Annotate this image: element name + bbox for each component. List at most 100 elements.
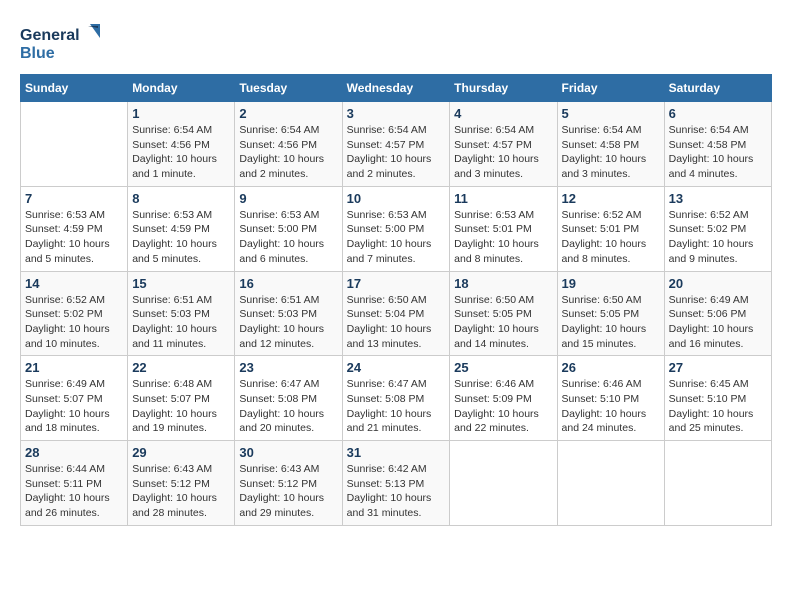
day-info: Sunrise: 6:42 AM Sunset: 5:13 PM Dayligh… xyxy=(347,462,446,521)
day-number: 28 xyxy=(25,445,123,460)
day-info: Sunrise: 6:47 AM Sunset: 5:08 PM Dayligh… xyxy=(239,377,337,436)
day-info: Sunrise: 6:54 AM Sunset: 4:58 PM Dayligh… xyxy=(669,123,767,182)
day-info: Sunrise: 6:51 AM Sunset: 5:03 PM Dayligh… xyxy=(239,293,337,352)
day-info: Sunrise: 6:53 AM Sunset: 4:59 PM Dayligh… xyxy=(132,208,230,267)
calendar-cell: 26 Sunrise: 6:46 AM Sunset: 5:10 PM Dayl… xyxy=(557,356,664,441)
calendar-cell: 19 Sunrise: 6:50 AM Sunset: 5:05 PM Dayl… xyxy=(557,271,664,356)
calendar-body: 1 Sunrise: 6:54 AM Sunset: 4:56 PM Dayli… xyxy=(21,102,772,526)
svg-text:General: General xyxy=(20,27,80,44)
logo: General Blue xyxy=(20,20,100,64)
weekday-header: Monday xyxy=(128,75,235,102)
day-number: 5 xyxy=(562,106,660,121)
calendar-header-row: SundayMondayTuesdayWednesdayThursdayFrid… xyxy=(21,75,772,102)
day-number: 21 xyxy=(25,360,123,375)
day-info: Sunrise: 6:53 AM Sunset: 5:01 PM Dayligh… xyxy=(454,208,552,267)
day-number: 10 xyxy=(347,191,446,206)
calendar-cell: 5 Sunrise: 6:54 AM Sunset: 4:58 PM Dayli… xyxy=(557,102,664,187)
day-info: Sunrise: 6:49 AM Sunset: 5:06 PM Dayligh… xyxy=(669,293,767,352)
day-info: Sunrise: 6:52 AM Sunset: 5:01 PM Dayligh… xyxy=(562,208,660,267)
calendar-table: SundayMondayTuesdayWednesdayThursdayFrid… xyxy=(20,74,772,526)
calendar-cell: 12 Sunrise: 6:52 AM Sunset: 5:01 PM Dayl… xyxy=(557,186,664,271)
calendar-week-row: 14 Sunrise: 6:52 AM Sunset: 5:02 PM Dayl… xyxy=(21,271,772,356)
calendar-cell: 3 Sunrise: 6:54 AM Sunset: 4:57 PM Dayli… xyxy=(342,102,450,187)
day-number: 6 xyxy=(669,106,767,121)
calendar-cell: 7 Sunrise: 6:53 AM Sunset: 4:59 PM Dayli… xyxy=(21,186,128,271)
day-info: Sunrise: 6:45 AM Sunset: 5:10 PM Dayligh… xyxy=(669,377,767,436)
day-info: Sunrise: 6:48 AM Sunset: 5:07 PM Dayligh… xyxy=(132,377,230,436)
day-number: 7 xyxy=(25,191,123,206)
calendar-cell xyxy=(557,441,664,526)
calendar-cell: 9 Sunrise: 6:53 AM Sunset: 5:00 PM Dayli… xyxy=(235,186,342,271)
day-info: Sunrise: 6:43 AM Sunset: 5:12 PM Dayligh… xyxy=(132,462,230,521)
day-number: 27 xyxy=(669,360,767,375)
day-info: Sunrise: 6:51 AM Sunset: 5:03 PM Dayligh… xyxy=(132,293,230,352)
calendar-cell: 21 Sunrise: 6:49 AM Sunset: 5:07 PM Dayl… xyxy=(21,356,128,441)
calendar-cell: 14 Sunrise: 6:52 AM Sunset: 5:02 PM Dayl… xyxy=(21,271,128,356)
calendar-cell: 18 Sunrise: 6:50 AM Sunset: 5:05 PM Dayl… xyxy=(450,271,557,356)
calendar-cell: 16 Sunrise: 6:51 AM Sunset: 5:03 PM Dayl… xyxy=(235,271,342,356)
day-number: 16 xyxy=(239,276,337,291)
weekday-header: Wednesday xyxy=(342,75,450,102)
calendar-week-row: 28 Sunrise: 6:44 AM Sunset: 5:11 PM Dayl… xyxy=(21,441,772,526)
calendar-cell: 1 Sunrise: 6:54 AM Sunset: 4:56 PM Dayli… xyxy=(128,102,235,187)
calendar-cell: 27 Sunrise: 6:45 AM Sunset: 5:10 PM Dayl… xyxy=(664,356,771,441)
day-info: Sunrise: 6:53 AM Sunset: 5:00 PM Dayligh… xyxy=(239,208,337,267)
calendar-cell: 30 Sunrise: 6:43 AM Sunset: 5:12 PM Dayl… xyxy=(235,441,342,526)
day-number: 9 xyxy=(239,191,337,206)
calendar-week-row: 1 Sunrise: 6:54 AM Sunset: 4:56 PM Dayli… xyxy=(21,102,772,187)
day-info: Sunrise: 6:46 AM Sunset: 5:09 PM Dayligh… xyxy=(454,377,552,436)
day-info: Sunrise: 6:44 AM Sunset: 5:11 PM Dayligh… xyxy=(25,462,123,521)
day-info: Sunrise: 6:43 AM Sunset: 5:12 PM Dayligh… xyxy=(239,462,337,521)
day-info: Sunrise: 6:46 AM Sunset: 5:10 PM Dayligh… xyxy=(562,377,660,436)
day-info: Sunrise: 6:54 AM Sunset: 4:57 PM Dayligh… xyxy=(347,123,446,182)
weekday-header: Friday xyxy=(557,75,664,102)
weekday-header: Thursday xyxy=(450,75,557,102)
weekday-header: Tuesday xyxy=(235,75,342,102)
page-header: General Blue xyxy=(20,20,772,64)
calendar-week-row: 7 Sunrise: 6:53 AM Sunset: 4:59 PM Dayli… xyxy=(21,186,772,271)
calendar-cell xyxy=(664,441,771,526)
calendar-cell: 20 Sunrise: 6:49 AM Sunset: 5:06 PM Dayl… xyxy=(664,271,771,356)
day-number: 13 xyxy=(669,191,767,206)
svg-text:Blue: Blue xyxy=(20,45,55,62)
day-number: 3 xyxy=(347,106,446,121)
calendar-cell: 11 Sunrise: 6:53 AM Sunset: 5:01 PM Dayl… xyxy=(450,186,557,271)
day-info: Sunrise: 6:50 AM Sunset: 5:05 PM Dayligh… xyxy=(454,293,552,352)
weekday-header: Sunday xyxy=(21,75,128,102)
calendar-cell: 22 Sunrise: 6:48 AM Sunset: 5:07 PM Dayl… xyxy=(128,356,235,441)
weekday-header: Saturday xyxy=(664,75,771,102)
calendar-cell: 6 Sunrise: 6:54 AM Sunset: 4:58 PM Dayli… xyxy=(664,102,771,187)
day-number: 30 xyxy=(239,445,337,460)
day-number: 23 xyxy=(239,360,337,375)
calendar-cell: 28 Sunrise: 6:44 AM Sunset: 5:11 PM Dayl… xyxy=(21,441,128,526)
calendar-cell: 13 Sunrise: 6:52 AM Sunset: 5:02 PM Dayl… xyxy=(664,186,771,271)
calendar-cell: 8 Sunrise: 6:53 AM Sunset: 4:59 PM Dayli… xyxy=(128,186,235,271)
day-info: Sunrise: 6:49 AM Sunset: 5:07 PM Dayligh… xyxy=(25,377,123,436)
day-number: 1 xyxy=(132,106,230,121)
day-number: 14 xyxy=(25,276,123,291)
day-info: Sunrise: 6:53 AM Sunset: 4:59 PM Dayligh… xyxy=(25,208,123,267)
calendar-cell: 2 Sunrise: 6:54 AM Sunset: 4:56 PM Dayli… xyxy=(235,102,342,187)
calendar-cell: 23 Sunrise: 6:47 AM Sunset: 5:08 PM Dayl… xyxy=(235,356,342,441)
day-number: 2 xyxy=(239,106,337,121)
calendar-cell: 25 Sunrise: 6:46 AM Sunset: 5:09 PM Dayl… xyxy=(450,356,557,441)
day-number: 22 xyxy=(132,360,230,375)
day-info: Sunrise: 6:50 AM Sunset: 5:04 PM Dayligh… xyxy=(347,293,446,352)
calendar-cell: 15 Sunrise: 6:51 AM Sunset: 5:03 PM Dayl… xyxy=(128,271,235,356)
calendar-cell: 31 Sunrise: 6:42 AM Sunset: 5:13 PM Dayl… xyxy=(342,441,450,526)
day-number: 17 xyxy=(347,276,446,291)
day-info: Sunrise: 6:54 AM Sunset: 4:57 PM Dayligh… xyxy=(454,123,552,182)
day-number: 26 xyxy=(562,360,660,375)
day-number: 18 xyxy=(454,276,552,291)
day-number: 19 xyxy=(562,276,660,291)
day-info: Sunrise: 6:53 AM Sunset: 5:00 PM Dayligh… xyxy=(347,208,446,267)
day-info: Sunrise: 6:54 AM Sunset: 4:56 PM Dayligh… xyxy=(239,123,337,182)
day-number: 11 xyxy=(454,191,552,206)
day-number: 24 xyxy=(347,360,446,375)
day-info: Sunrise: 6:54 AM Sunset: 4:56 PM Dayligh… xyxy=(132,123,230,182)
day-info: Sunrise: 6:47 AM Sunset: 5:08 PM Dayligh… xyxy=(347,377,446,436)
calendar-cell: 4 Sunrise: 6:54 AM Sunset: 4:57 PM Dayli… xyxy=(450,102,557,187)
day-info: Sunrise: 6:52 AM Sunset: 5:02 PM Dayligh… xyxy=(25,293,123,352)
calendar-week-row: 21 Sunrise: 6:49 AM Sunset: 5:07 PM Dayl… xyxy=(21,356,772,441)
day-info: Sunrise: 6:54 AM Sunset: 4:58 PM Dayligh… xyxy=(562,123,660,182)
